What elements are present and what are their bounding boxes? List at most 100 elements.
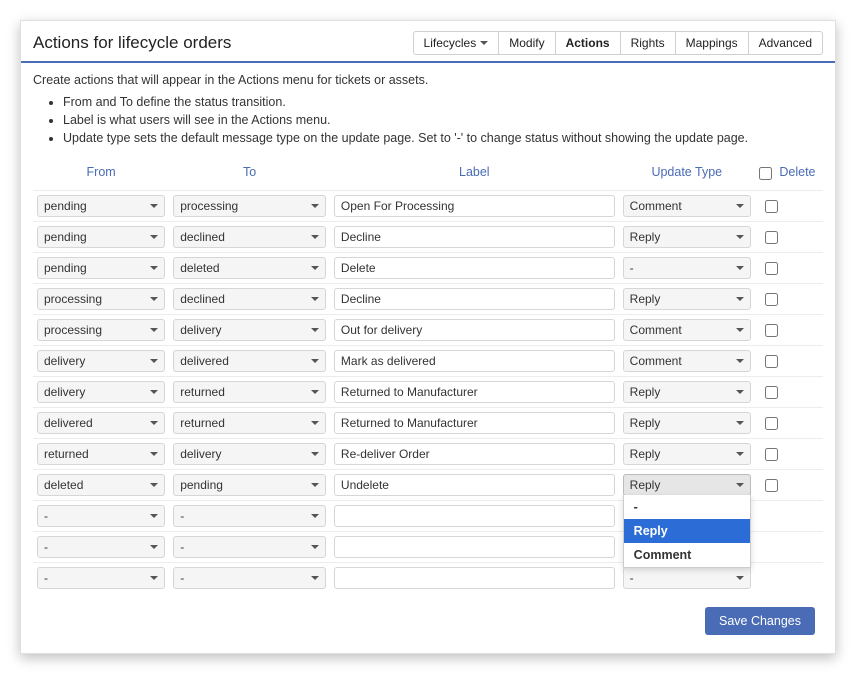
dropdown-option[interactable]: - <box>624 495 750 519</box>
delete-checkbox[interactable] <box>765 324 778 337</box>
update-type-select[interactable]: - <box>623 567 751 589</box>
to-select[interactable]: processing <box>173 195 326 217</box>
tab-bar: LifecyclesModifyActionsRights Mappings Adv… <box>414 31 823 55</box>
tab-rights[interactable]: Rights <box>620 31 676 55</box>
to-select[interactable]: delivery <box>173 319 326 341</box>
from-select-value: - <box>44 540 48 554</box>
from-select[interactable]: deleted <box>37 474 165 496</box>
table-row: delivery returned Reply <box>33 376 823 407</box>
from-select-value: pending <box>44 199 87 213</box>
from-select[interactable]: pending <box>37 257 165 279</box>
table-row: delivery delivered Comment <box>33 345 823 376</box>
from-select[interactable]: returned <box>37 443 165 465</box>
to-select[interactable]: - <box>173 505 326 527</box>
to-select-value: processing <box>180 199 238 213</box>
intro: Create actions that will appear in the A… <box>21 63 835 151</box>
label-input[interactable] <box>341 382 608 402</box>
to-select-value: - <box>180 571 184 585</box>
chevron-down-icon <box>480 41 488 45</box>
tab-label: Mappings <box>686 36 738 50</box>
label-input[interactable] <box>341 506 608 526</box>
chevron-down-icon <box>150 576 158 580</box>
update-type-select-value: - <box>630 261 634 275</box>
from-select[interactable]: delivery <box>37 350 165 372</box>
label-input[interactable] <box>341 227 608 247</box>
delete-checkbox[interactable] <box>765 200 778 213</box>
chevron-down-icon <box>736 483 744 487</box>
from-select[interactable]: - <box>37 567 165 589</box>
delete-checkbox[interactable] <box>765 231 778 244</box>
update-type-select[interactable]: Reply <box>623 226 751 248</box>
label-input[interactable] <box>341 320 608 340</box>
to-select[interactable]: pending <box>173 474 326 496</box>
update-type-select[interactable]: Comment <box>623 195 751 217</box>
update-type-dropdown: -ReplyComment <box>623 495 751 568</box>
update-type-select[interactable]: Reply <box>623 412 751 434</box>
update-type-select[interactable]: Reply <box>623 443 751 465</box>
delete-checkbox[interactable] <box>765 386 778 399</box>
to-select[interactable]: deleted <box>173 257 326 279</box>
delete-checkbox[interactable] <box>765 417 778 430</box>
update-type-select[interactable]: - <box>623 257 751 279</box>
from-select[interactable]: - <box>37 505 165 527</box>
panel: Actions for lifecycle orders LifecyclesM… <box>20 20 836 654</box>
save-button[interactable]: Save Changes <box>705 607 815 635</box>
delete-checkbox[interactable] <box>765 355 778 368</box>
from-select[interactable]: pending <box>37 226 165 248</box>
tab-actions[interactable]: Actions <box>555 31 621 55</box>
dropdown-option[interactable]: Reply <box>624 519 750 543</box>
chevron-down-icon <box>736 328 744 332</box>
label-input[interactable] <box>341 568 608 588</box>
update-type-select[interactable]: Comment <box>623 319 751 341</box>
update-type-select[interactable]: Reply <box>623 288 751 310</box>
label-input[interactable] <box>341 289 608 309</box>
from-select[interactable]: processing <box>37 319 165 341</box>
chevron-down-icon <box>150 390 158 394</box>
update-type-select[interactable]: Reply-ReplyComment <box>623 474 751 496</box>
to-select[interactable]: delivery <box>173 443 326 465</box>
label-input[interactable] <box>341 351 608 371</box>
to-select[interactable]: returned <box>173 381 326 403</box>
delete-checkbox[interactable] <box>765 448 778 461</box>
tab-lifecycles[interactable]: Lifecycles <box>413 31 500 55</box>
to-select[interactable]: returned <box>173 412 326 434</box>
tab-mappings[interactable]: Mappings <box>675 31 749 55</box>
from-select[interactable]: pending <box>37 195 165 217</box>
dropdown-option[interactable]: Comment <box>624 543 750 567</box>
to-select[interactable]: declined <box>173 288 326 310</box>
to-select[interactable]: - <box>173 567 326 589</box>
delete-checkbox[interactable] <box>765 479 778 492</box>
intro-bullet: Label is what users will see in the Acti… <box>63 111 823 129</box>
chevron-down-icon <box>150 235 158 239</box>
col-delete: Delete <box>755 159 823 190</box>
label-input[interactable] <box>341 258 608 278</box>
delete-all-checkbox[interactable] <box>759 167 772 180</box>
tab-modify[interactable]: Modify <box>498 31 555 55</box>
from-select[interactable]: - <box>37 536 165 558</box>
tab-advanced[interactable]: Advanced <box>748 31 823 55</box>
to-select[interactable]: delivered <box>173 350 326 372</box>
update-type-select[interactable]: Reply <box>623 381 751 403</box>
from-select[interactable]: processing <box>37 288 165 310</box>
update-type-select-value: Reply <box>630 292 661 306</box>
label-input-wrap <box>334 505 615 527</box>
actions-table-wrap: From To Label Update Type Delete pending… <box>21 151 835 592</box>
label-input[interactable] <box>341 196 608 216</box>
update-type-select-value: Reply <box>630 416 661 430</box>
to-select[interactable]: declined <box>173 226 326 248</box>
from-select[interactable]: delivery <box>37 381 165 403</box>
chevron-down-icon <box>311 266 319 270</box>
to-select-value: declined <box>180 230 225 244</box>
label-input[interactable] <box>341 475 608 495</box>
label-input[interactable] <box>341 444 608 464</box>
delete-checkbox[interactable] <box>765 262 778 275</box>
to-select[interactable]: - <box>173 536 326 558</box>
label-input[interactable] <box>341 413 608 433</box>
delete-checkbox[interactable] <box>765 293 778 306</box>
from-select[interactable]: delivered <box>37 412 165 434</box>
titlebar: Actions for lifecycle orders LifecyclesM… <box>21 21 835 63</box>
update-type-select[interactable]: Comment <box>623 350 751 372</box>
from-select-value: pending <box>44 261 87 275</box>
chevron-down-icon <box>736 204 744 208</box>
label-input[interactable] <box>341 537 608 557</box>
